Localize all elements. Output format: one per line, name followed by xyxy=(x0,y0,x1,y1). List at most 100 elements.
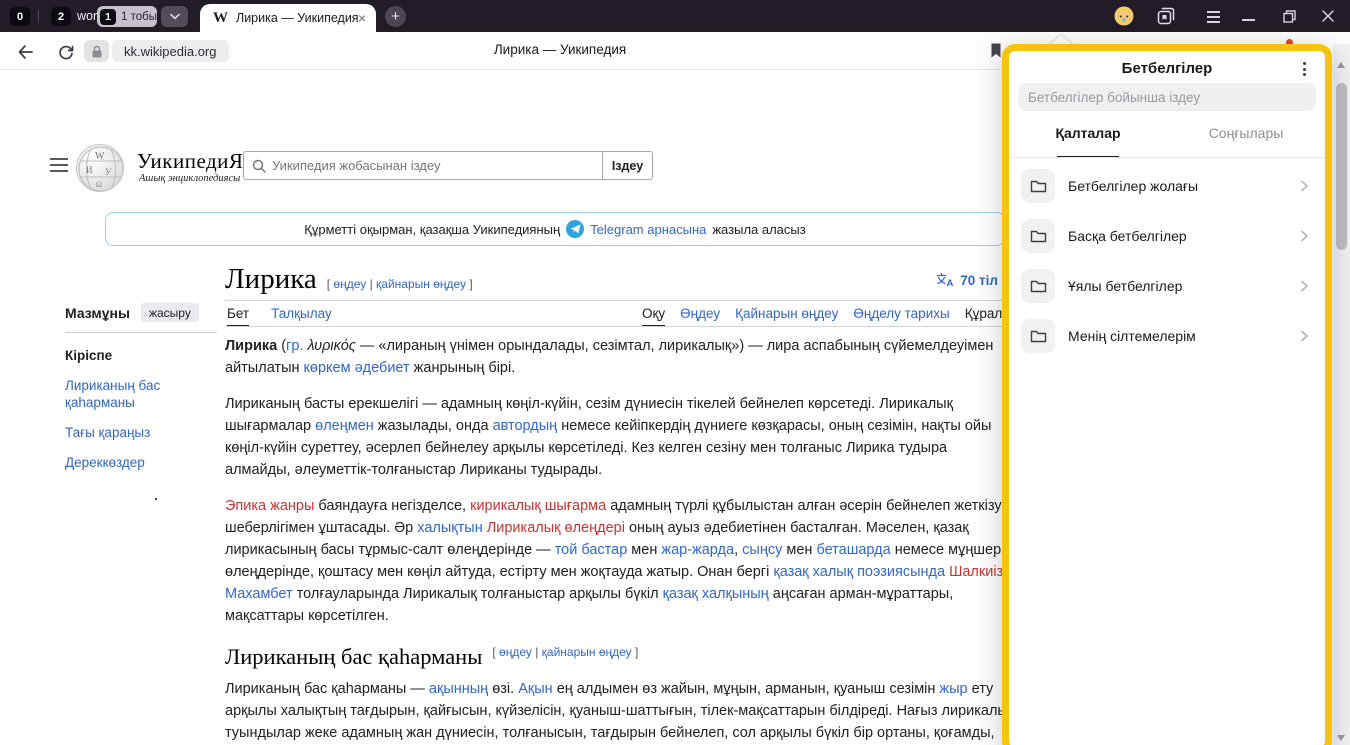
tab-group-active-label: 1 тобы xyxy=(121,11,157,23)
tab-read[interactable]: Оқу xyxy=(642,306,665,321)
folder-row-mobile-bookmarks[interactable]: Ұялы бетбелгілер xyxy=(1009,261,1325,311)
toc-item-hero[interactable]: Лириканың бас қаһарманы xyxy=(65,377,217,411)
folder-label: Менің сілтемелерім xyxy=(1068,328,1297,344)
tab-close-icon[interactable]: × xyxy=(358,11,366,25)
bookmarks-panel-icon xyxy=(1156,6,1176,26)
folder-row-other-bookmarks[interactable]: Басқа бетбелгілер xyxy=(1009,211,1325,261)
tab-group-zero[interactable]: 0 xyxy=(10,7,30,26)
svg-text:У: У xyxy=(105,167,112,177)
profile-avatar[interactable] xyxy=(1114,6,1134,26)
tab-bar: 0 2 work 1 1 тобы W Лирика — Уикипедия ×… xyxy=(0,0,1350,32)
panel-title: Бетбелгілер xyxy=(1009,60,1325,77)
tab-talk[interactable]: Талқылау xyxy=(271,306,332,321)
tab-edit-source[interactable]: Қайнарын өңдеу xyxy=(735,306,838,321)
tab-article[interactable]: Бет xyxy=(227,306,249,321)
article-edit-links[interactable]: [ өңдеу | қайнарын өңдеу ] xyxy=(327,277,473,296)
folder-row-bookmarks-bar[interactable]: Бетбелгілер жолағы xyxy=(1009,161,1325,211)
toc-item-see-also[interactable]: Тағы қараңыз xyxy=(65,424,217,441)
tab-edit[interactable]: Өңдеу xyxy=(680,306,720,321)
wiki-search: Іздеу xyxy=(243,151,653,180)
wiki-wordmark[interactable]: УикипедиЯ xyxy=(137,149,243,174)
browser-menu-button[interactable] xyxy=(1203,7,1223,27)
window-minimize-button[interactable] xyxy=(1242,19,1255,21)
tab-group-separator xyxy=(38,10,39,23)
tabs-divider xyxy=(225,326,1002,327)
panel-tab-recent[interactable]: Соңғылары xyxy=(1167,125,1325,152)
tab-tools[interactable]: Құралдар xyxy=(965,306,1002,321)
wikipedia-page: W И У Ω УикипедиЯ Ашық энциклопедиясы Із… xyxy=(0,70,1002,745)
bookmarks-panel: Бетбелгілер Қалталар Соңғылары Бетбелгіл… xyxy=(1002,44,1332,745)
lock-icon xyxy=(91,45,103,58)
banner-text-after: жазыла аласыз xyxy=(712,222,805,237)
toc-item-intro[interactable]: Кіріспе xyxy=(65,347,217,364)
window-restore-button[interactable] xyxy=(1279,6,1299,26)
folder-icon xyxy=(1021,269,1055,303)
reload-icon xyxy=(56,42,76,62)
telegram-banner: Құрметті оқырман, қазақша Уикипедияның T… xyxy=(105,212,1002,246)
panel-search-input[interactable] xyxy=(1028,90,1306,105)
site-security-chip[interactable] xyxy=(84,40,109,62)
panel-tabs: Қалталар Соңғылары xyxy=(1009,125,1325,152)
tab-group-active[interactable]: 1 1 тобы xyxy=(97,6,157,27)
section-edit-links[interactable]: [ өңдеу | қайнарын өңдеу ] xyxy=(492,641,638,668)
panel-menu-button[interactable] xyxy=(1296,60,1312,78)
svg-text:A: A xyxy=(947,278,954,288)
folder-icon xyxy=(1021,319,1055,353)
restore-icon xyxy=(1282,9,1297,24)
chevron-right-icon xyxy=(1297,179,1311,193)
folder-label: Бетбелгілер жолағы xyxy=(1068,178,1297,194)
wiki-search-box[interactable] xyxy=(243,151,603,180)
wiki-main-menu-button[interactable] xyxy=(50,158,68,176)
active-tab-title: Лирика — Уикипедия xyxy=(236,11,358,25)
bookmarks-panel-button[interactable] xyxy=(1156,6,1176,26)
tab-group-dropdown[interactable] xyxy=(161,6,188,27)
folder-row-my-links[interactable]: Менің сілтемелерім xyxy=(1009,311,1325,361)
search-icon xyxy=(252,159,266,173)
panel-search-box[interactable] xyxy=(1018,83,1316,111)
folder-icon xyxy=(1021,169,1055,203)
scroll-down-arrow-icon[interactable] xyxy=(1337,735,1345,741)
tab-group-work-badge[interactable]: 2 xyxy=(51,7,71,26)
avatar-icon xyxy=(1114,5,1134,27)
language-switcher[interactable]: A 70 тіл xyxy=(860,272,998,288)
new-tab-button[interactable]: + xyxy=(385,6,406,27)
back-arrow-icon xyxy=(15,42,35,62)
title-divider xyxy=(225,300,1002,301)
active-tab[interactable]: W Лирика — Уикипедия × xyxy=(200,4,376,32)
stray-dot xyxy=(155,498,157,500)
svg-text:W: W xyxy=(95,151,105,162)
reload-button[interactable] xyxy=(56,42,76,62)
svg-text:И: И xyxy=(86,165,93,175)
section-heading: Лириканың бас қаһарманы xyxy=(225,646,482,668)
article-title: Лирика xyxy=(225,264,317,296)
wiki-search-button[interactable]: Іздеу xyxy=(603,151,653,180)
panel-tab-folders[interactable]: Қалталар xyxy=(1009,125,1167,152)
telegram-icon xyxy=(566,220,584,238)
wikipedia-favicon: W xyxy=(213,10,228,27)
bookmark-flag-button[interactable] xyxy=(989,42,1003,64)
close-icon xyxy=(1321,9,1335,23)
window-close-button[interactable] xyxy=(1318,6,1338,26)
tab-history[interactable]: Өңделу тарихы xyxy=(853,306,949,321)
scroll-up-arrow-icon[interactable] xyxy=(1337,62,1345,68)
telegram-link[interactable]: Telegram арнасына xyxy=(590,222,706,237)
folder-icon xyxy=(1021,219,1055,253)
toc-item-sources[interactable]: Дереккөздер xyxy=(65,454,217,471)
chevron-right-icon xyxy=(1297,229,1311,243)
back-button[interactable] xyxy=(15,42,35,62)
wiki-search-input[interactable] xyxy=(272,158,594,173)
url-field[interactable]: kk.wikipedia.org xyxy=(112,40,229,62)
paragraph-4: Лириканың бас қаһарманы — ақынның өзі. А… xyxy=(225,678,1002,745)
paragraph-2: Лириканың басты ерекшелігі — адамның көң… xyxy=(225,393,1002,481)
toc-divider xyxy=(65,332,217,333)
scrollbar-thumb[interactable] xyxy=(1336,83,1347,250)
article-body: Лирика (гр. λυρικός — «лираның үнімен ор… xyxy=(225,335,1002,745)
wikipedia-logo[interactable]: W И У Ω xyxy=(76,144,124,192)
browser-window: 0 2 work 1 1 тобы W Лирика — Уикипедия ×… xyxy=(0,0,1350,745)
page-scrollbar[interactable] xyxy=(1333,44,1350,745)
omnibox-page-title[interactable]: Лирика — Уикипедия xyxy=(410,42,710,57)
folder-label: Ұялы бетбелгілер xyxy=(1068,278,1297,294)
toc-hide-button[interactable]: жасыру xyxy=(141,303,199,322)
chevron-right-icon xyxy=(1297,329,1311,343)
tab-group-active-badge: 1 xyxy=(100,9,116,25)
